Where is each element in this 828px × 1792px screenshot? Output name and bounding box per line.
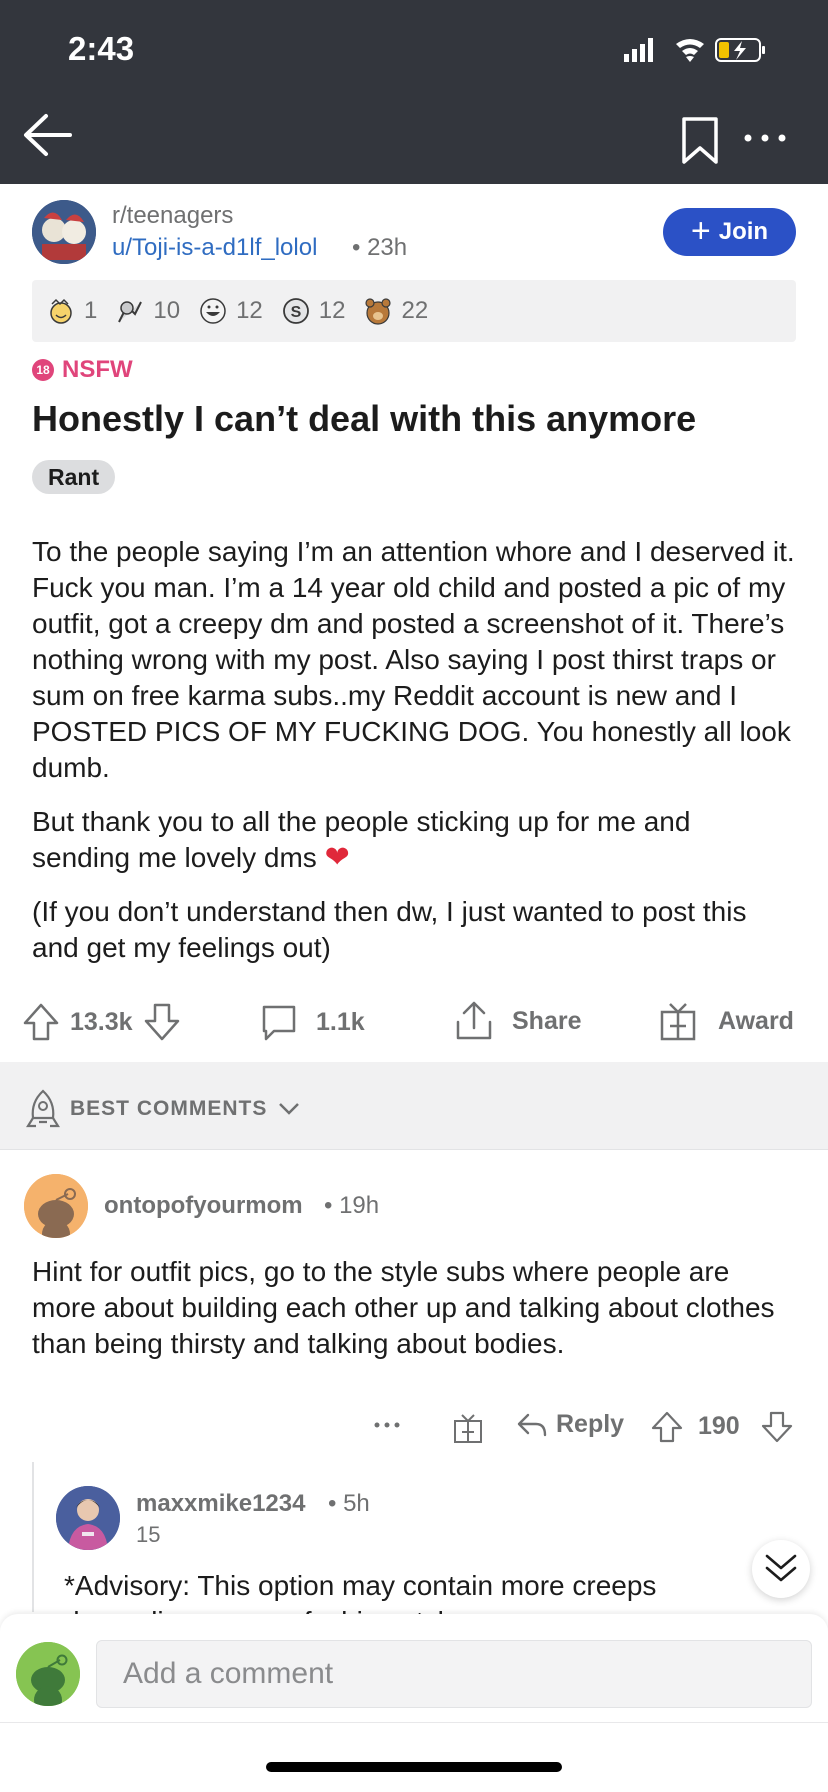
post-flair[interactable]: Rant — [32, 460, 116, 494]
vote-group: 13.3k — [22, 1002, 191, 1042]
chevron-down-icon — [279, 1103, 300, 1115]
plus-icon: + — [690, 211, 711, 250]
comment-icon — [262, 1005, 296, 1041]
reply-arrow-icon — [517, 1413, 547, 1436]
post-paragraph: (If you don’t understand then dw, I just… — [32, 896, 747, 963]
comments-button[interactable]: 1.1k — [260, 1002, 365, 1042]
svg-text:S: S — [290, 304, 301, 321]
gift-icon — [660, 1003, 696, 1041]
award-item[interactable]: 10 — [115, 296, 180, 326]
award-count: 22 — [401, 297, 429, 324]
award-count: 1 — [84, 297, 98, 324]
comment-count: 1.1k — [316, 1007, 365, 1036]
helpful-award-icon — [118, 301, 143, 323]
post-paragraph: But thank you to all the people sticking… — [32, 806, 691, 874]
nsfw-18-icon: 18 — [32, 359, 54, 381]
thread-line[interactable] — [32, 1462, 34, 1612]
vote-count: 13.3k — [70, 1007, 133, 1036]
subreddit-avatar[interactable] — [32, 200, 96, 264]
reply-username[interactable]: maxxmike1234 — [136, 1490, 305, 1518]
heart-emoji: ❤ — [324, 841, 350, 874]
post-body: To the people saying I’m an attention wh… — [32, 534, 796, 984]
post-author[interactable]: u/Toji-is-a-d1lf_lolol — [112, 234, 317, 262]
award-count: 12 — [236, 297, 263, 324]
post-paragraph: To the people saying I’m an attention wh… — [32, 536, 795, 783]
sort-label: BEST COMMENTS — [70, 1097, 268, 1120]
sort-comments-button[interactable]: BEST COMMENTS — [24, 1088, 301, 1130]
share-label: Share — [512, 1006, 582, 1035]
comment-gift-icon[interactable] — [452, 1412, 484, 1444]
join-label: Join — [718, 218, 769, 245]
user-avatar[interactable] — [16, 1642, 80, 1706]
silver-award-icon: S — [282, 298, 309, 324]
reply-label: Reply — [556, 1410, 625, 1438]
reply-time: • 5h — [328, 1490, 370, 1517]
comment-time: • 19h — [324, 1192, 380, 1219]
reply-button[interactable]: Reply — [516, 1410, 624, 1439]
comment-upvote-icon[interactable] — [650, 1410, 684, 1444]
comment-more-icon[interactable] — [372, 1410, 402, 1440]
status-icons — [624, 38, 765, 62]
post-title: Honestly I can’t deal with this anymore — [32, 398, 697, 439]
wifi-icon — [676, 39, 704, 62]
haha-award-icon — [200, 298, 226, 324]
nsfw-label: NSFW — [62, 356, 133, 383]
top-bar: 2:43 — [0, 0, 828, 184]
next-comment-button[interactable] — [752, 1540, 810, 1598]
more-options-icon[interactable] — [742, 126, 788, 150]
award-label: Award — [718, 1006, 794, 1035]
awards-bar[interactable]: 1 10 12 S 12 22 — [32, 280, 796, 342]
award-item[interactable]: 12 — [198, 296, 263, 326]
award-item[interactable]: 22 — [363, 296, 428, 326]
reply-score: 15 — [136, 1522, 161, 1547]
award-count: 12 — [318, 297, 346, 324]
share-button[interactable]: Share — [454, 1000, 581, 1042]
rocket-icon — [26, 1089, 60, 1128]
home-indicator[interactable] — [266, 1762, 562, 1772]
signal-icon — [624, 54, 629, 62]
composer-divider — [0, 1722, 828, 1723]
subreddit-name[interactable]: r/teenagers — [112, 202, 233, 230]
award-item[interactable]: S 12 — [281, 296, 346, 326]
award-button[interactable]: Award — [658, 1000, 794, 1042]
comment-avatar[interactable] — [24, 1174, 88, 1238]
downvote-icon[interactable] — [143, 1002, 181, 1042]
back-arrow-icon[interactable] — [22, 110, 78, 160]
reply-body: *Advisory: This option may contain more … — [64, 1570, 657, 1601]
post-time: • 23h — [352, 234, 408, 261]
bookmark-icon[interactable] — [680, 116, 720, 166]
award-item[interactable]: 1 — [46, 296, 97, 326]
award-count: 10 — [153, 297, 181, 324]
share-icon — [456, 1001, 492, 1040]
reply-avatar[interactable] — [56, 1486, 120, 1550]
nsfw-tag: 18 NSFW — [32, 356, 133, 384]
join-button[interactable]: + Join — [663, 208, 796, 256]
post-action-bar: 13.3k 1.1k Share Award — [0, 998, 828, 1048]
comment-downvote-icon[interactable] — [760, 1410, 794, 1444]
double-chevron-down-icon — [765, 1554, 797, 1582]
upvote-icon[interactable] — [22, 1002, 60, 1042]
add-comment-input[interactable]: Add a comment — [96, 1640, 812, 1708]
comment-body: Hint for outfit pics, go to the style su… — [32, 1256, 775, 1359]
comment-score: 190 — [698, 1412, 740, 1440]
comment-username[interactable]: ontopofyourmom — [104, 1192, 303, 1220]
hugz-award-icon — [365, 298, 392, 325]
wholesome-award-icon — [50, 298, 72, 324]
status-time: 2:43 — [68, 30, 135, 67]
